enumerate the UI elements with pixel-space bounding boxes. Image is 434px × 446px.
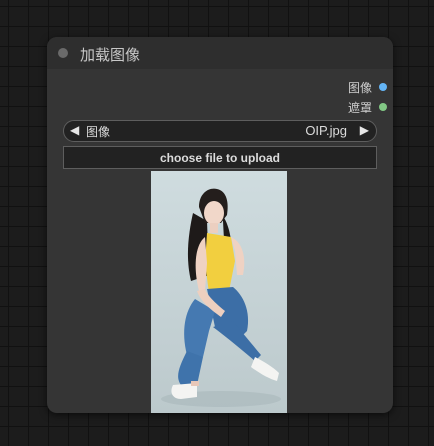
output-mask-slot[interactable]: 遮罩 xyxy=(348,99,387,115)
output-image-label: 图像 xyxy=(347,80,372,95)
output-image-slot[interactable]: 图像 xyxy=(348,79,387,95)
image-combo-value: OIP.jpg xyxy=(305,123,347,138)
preview-photo xyxy=(151,171,287,413)
load-image-node[interactable]: 加载图像 图像 遮罩 ◀ 图像 OIP.jpg ▶ choose file to… xyxy=(47,37,393,413)
output-mask-dot-icon[interactable] xyxy=(379,103,387,111)
output-mask-label: 遮罩 xyxy=(347,100,372,115)
upload-button[interactable]: choose file to upload xyxy=(63,146,377,169)
output-image-dot-icon[interactable] xyxy=(379,83,387,91)
image-combo-widget[interactable]: ◀ 图像 OIP.jpg ▶ xyxy=(63,120,377,142)
collapse-dot-icon[interactable] xyxy=(58,48,68,58)
left-arrow-icon[interactable]: ◀ xyxy=(70,123,79,137)
right-arrow-icon[interactable]: ▶ xyxy=(360,123,369,137)
node-header[interactable]: 加载图像 xyxy=(47,37,393,69)
node-title: 加载图像 xyxy=(80,46,141,64)
image-combo-name: 图像 xyxy=(86,125,111,139)
image-preview xyxy=(151,171,287,413)
